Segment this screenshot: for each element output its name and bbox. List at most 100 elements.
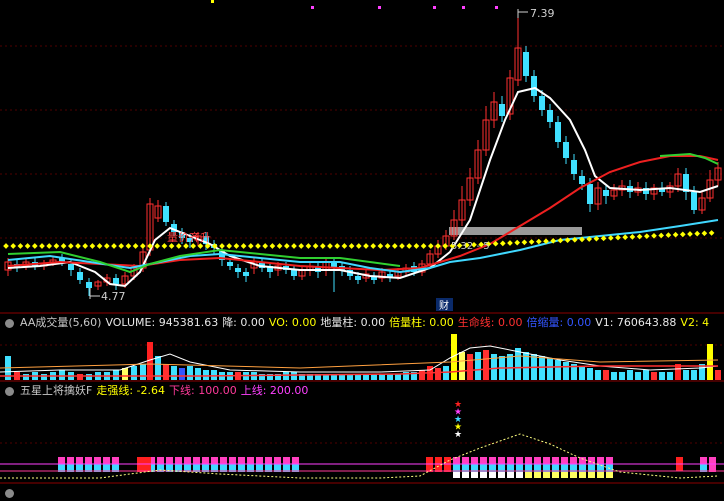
yellow-dot	[283, 243, 290, 249]
volume-bar	[691, 370, 697, 380]
indicator-block	[94, 457, 101, 464]
volume-bar	[635, 372, 641, 380]
yellow-dot	[672, 231, 679, 238]
volume-bar	[163, 364, 169, 380]
candle-body	[531, 76, 537, 96]
indicator-block	[202, 457, 209, 464]
candle-body	[571, 160, 577, 174]
indicator-block	[597, 472, 604, 478]
fin-badge[interactable]: 财	[436, 298, 453, 312]
volume-panel-header: AA成交量(5,60) VOLUME: 945381.63 降: 0.00 VO: …	[0, 315, 709, 331]
indicator-block	[435, 457, 442, 464]
star-icon: ★	[454, 430, 462, 440]
volume-bar	[619, 372, 625, 380]
yellow-dot	[276, 243, 283, 249]
indicator-block	[507, 472, 514, 478]
volume-bar	[563, 362, 569, 380]
panel-toggle-icon[interactable]	[5, 488, 14, 498]
volume-bar	[86, 374, 92, 380]
yellow-dot	[96, 243, 103, 249]
yellow-dot	[46, 243, 53, 249]
yellow-dot	[89, 243, 96, 249]
candlesticks	[4, 10, 722, 296]
candle-body	[499, 104, 505, 116]
indicator-value: 降: 0.00	[222, 316, 265, 329]
indicator-panel-title: 五星上将擒妖F	[20, 384, 93, 397]
indicator-block	[256, 457, 263, 464]
panel-toggle-icon[interactable]	[5, 318, 14, 328]
yellow-dot	[269, 243, 276, 249]
yellow-dot	[499, 240, 506, 247]
indicator-block	[597, 457, 604, 464]
yellow-dot	[334, 243, 341, 249]
volume-bar	[475, 352, 481, 380]
yellow-dot	[190, 243, 197, 249]
yellow-dot	[255, 243, 261, 249]
indicator-block	[525, 457, 532, 464]
yellow-dot	[384, 243, 391, 249]
star-stack: ★★★★★	[454, 400, 462, 440]
candle-body	[539, 96, 545, 110]
volume-bar	[507, 354, 513, 380]
indicator-block	[498, 472, 505, 478]
volume-bar	[113, 370, 119, 380]
volume-price-annotation: 量价齐升	[167, 230, 211, 244]
volume-panel-title: AA成交量(5,60)	[20, 316, 102, 329]
indicator-blocks	[58, 457, 716, 478]
volume-bar	[483, 350, 489, 380]
yellow-dot	[67, 243, 74, 249]
indicator-block	[462, 457, 469, 464]
volume-bar	[715, 370, 721, 380]
svg-text:财: 财	[439, 299, 449, 312]
indicator-block	[67, 457, 74, 464]
volume-bar	[291, 372, 297, 380]
indicator-block	[292, 457, 299, 464]
indicator-block	[220, 457, 227, 464]
yellow-dot	[643, 233, 650, 239]
volume-bar	[667, 372, 673, 380]
volume-bar	[435, 368, 441, 380]
indicator-block	[157, 457, 164, 464]
yellow-dot	[161, 243, 168, 249]
yellow-dot	[233, 243, 240, 249]
chart-canvas[interactable]: 7.39 4.77 量价齐升 5.32 - 5 财 ★★★★★	[0, 0, 724, 492]
candle-body	[227, 262, 233, 266]
ma-line	[7, 86, 719, 288]
indicator-block	[516, 457, 523, 464]
indicator-block	[462, 472, 469, 478]
yellow-dot	[413, 243, 420, 249]
yellow-dot	[521, 239, 528, 246]
indicator-block	[525, 472, 532, 478]
indicator-block	[561, 472, 568, 478]
indicator-block	[489, 472, 496, 478]
candle-body	[355, 276, 361, 280]
range-annotation: 5.32 - 5	[451, 241, 490, 252]
yellow-dot	[665, 232, 672, 238]
indicator-block	[534, 457, 541, 464]
yellow-dot	[557, 237, 564, 244]
volume-bar	[171, 366, 177, 380]
panel-toggle-icon[interactable]	[5, 386, 14, 396]
volume-bar	[547, 358, 553, 380]
candle-body	[68, 264, 74, 270]
candle-body	[587, 184, 593, 204]
indicator-value: 倍量柱: 0.00	[389, 316, 454, 329]
volume-bar	[595, 370, 601, 380]
indicator-value: VOLUME: 945381.63	[105, 316, 219, 329]
yellow-dot	[391, 243, 398, 249]
candle-body	[291, 270, 297, 276]
volume-bar	[467, 354, 473, 380]
candle-body	[113, 278, 119, 284]
indicator-block	[211, 457, 218, 464]
indicator-value: 地量柱: 0.00	[320, 316, 386, 329]
yellow-dot	[291, 243, 297, 249]
yellow-dot-line	[3, 230, 715, 249]
indicator-block	[426, 457, 433, 464]
volume-bar	[555, 360, 561, 380]
indicator-value: 下线: 100.00	[169, 384, 237, 397]
indicator-block	[471, 472, 478, 478]
indicator-block	[175, 457, 182, 464]
yellow-dot	[514, 239, 521, 246]
yellow-dot	[507, 240, 513, 246]
candle-body	[603, 190, 609, 196]
